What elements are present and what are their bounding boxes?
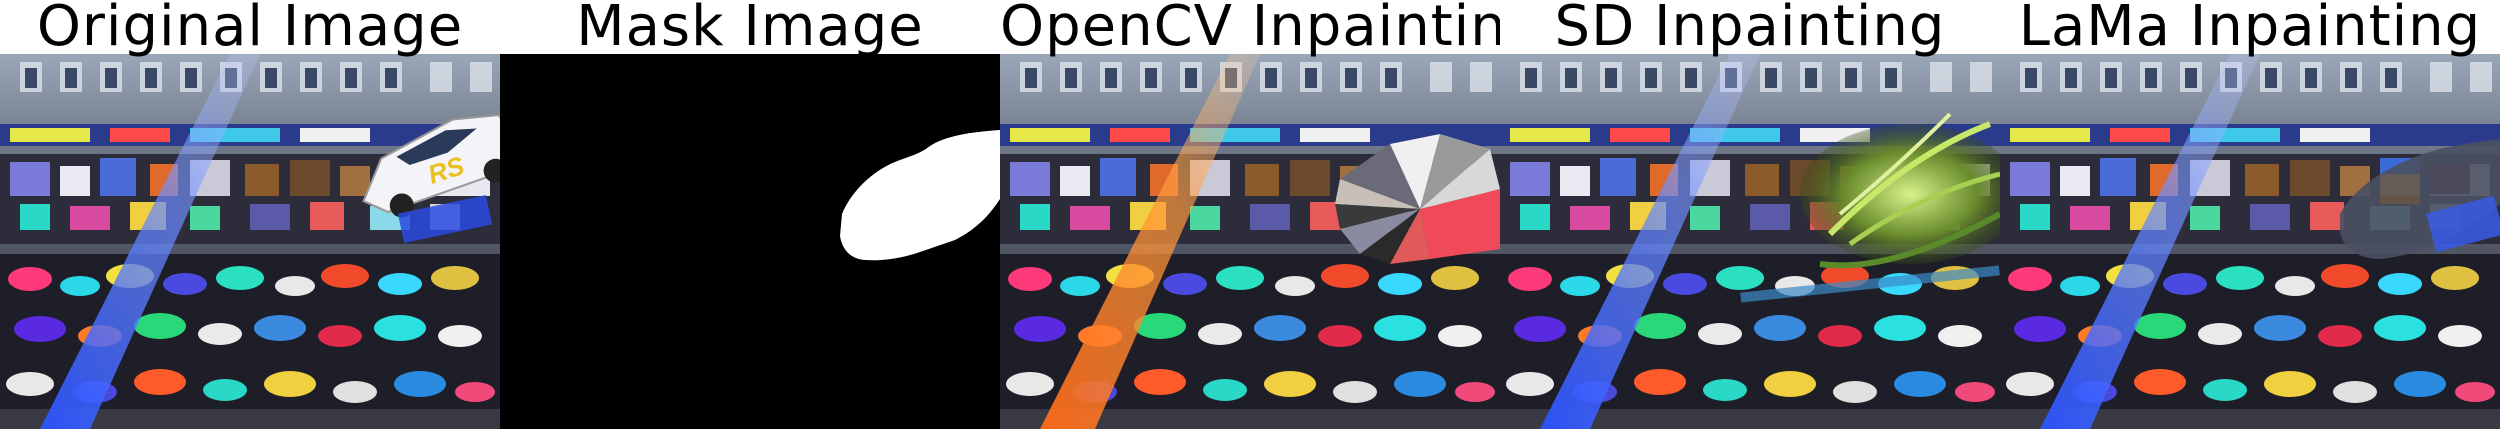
panel-lama: LaMa Inpainting — [2000, 0, 2500, 429]
sd-result-image — [1500, 54, 2000, 429]
opencv-result-image — [1000, 54, 1500, 429]
original-image: RS — [0, 54, 500, 429]
panel-opencv: OpenCV Inpainting — [1000, 0, 1500, 429]
panel-title: Original Image — [36, 0, 464, 59]
panel-title: Mask Image — [576, 0, 924, 59]
panel-mask: Mask Image — [500, 0, 1000, 429]
mask-image — [500, 54, 1000, 429]
lama-result-image — [2000, 54, 2500, 429]
panel-title: LaMa Inpainting — [2018, 0, 2482, 59]
panel-title: OpenCV Inpainting — [1000, 0, 1500, 59]
panel-original: Original Image RS — [0, 0, 500, 429]
panel-title: SD Inpainting — [1554, 0, 1946, 59]
panel-sd: SD Inpainting — [1500, 0, 2000, 429]
